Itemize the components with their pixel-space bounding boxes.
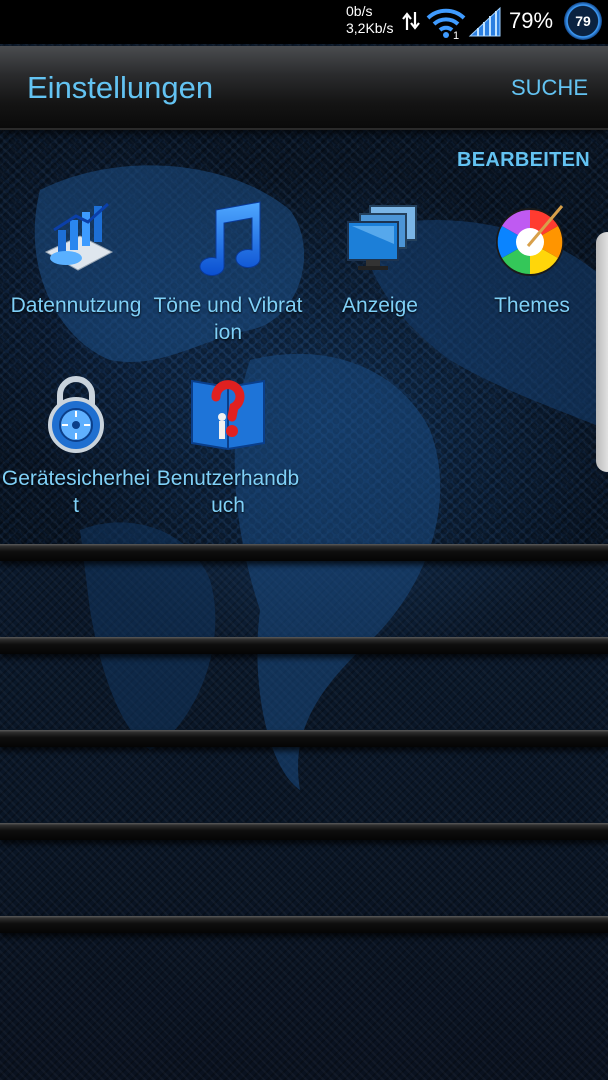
tile-label: Benutzerhandbuch (156, 467, 300, 517)
tile-themes[interactable]: Themes (456, 200, 608, 360)
tile-device-security[interactable]: Gerätesicherheit (0, 373, 152, 533)
tile-display[interactable]: Anzeige (304, 200, 456, 360)
help-book-icon (191, 379, 265, 451)
shelf-divider (0, 730, 608, 747)
shelf-divider (0, 823, 608, 840)
shelf-divider (0, 544, 608, 561)
tile-label: Anzeige (342, 294, 418, 317)
shelf-divider (0, 916, 608, 933)
tile-sounds-vibration[interactable]: Töne und Vibration (152, 200, 304, 360)
search-button[interactable]: SUCHE (511, 75, 588, 101)
padlock-icon (48, 376, 104, 453)
display-monitor-icon (347, 205, 417, 270)
tile-label: Töne und Vibration (153, 294, 303, 344)
tile-data-usage[interactable]: Datennutzung (0, 200, 152, 360)
tile-label: Gerätesicherheit (1, 467, 151, 517)
wifi-badge: 1 (453, 30, 459, 40)
edge-panel-handle[interactable] (596, 232, 608, 472)
signal-strength-icon (468, 6, 501, 37)
tile-user-manual[interactable]: Benutzerhandbuch (152, 373, 304, 533)
download-speed: 3,2Kb/s (346, 20, 394, 36)
app-bar: Einstellungen SUCHE (0, 46, 608, 130)
data-usage-chart-icon (44, 202, 114, 271)
network-speed: 0b/s 3,2Kb/s (346, 3, 393, 37)
shelf-divider (0, 637, 608, 654)
upload-speed: 0b/s (346, 3, 373, 19)
tile-label: Themes (494, 294, 570, 317)
music-note-icon (199, 201, 261, 276)
data-transfer-icon (402, 12, 420, 30)
battery-percent: 79% (509, 8, 554, 33)
color-wheel-icon (496, 205, 564, 276)
wifi-icon: 1 (426, 8, 466, 40)
page-title: Einstellungen (27, 70, 214, 105)
edit-button[interactable]: BEARBEITEN (457, 149, 590, 172)
battery-level-value: 79 (575, 13, 591, 29)
tile-label: Datennutzung (10, 294, 142, 317)
battery-level-icon: 79 (564, 2, 602, 40)
status-bar: 0b/s 3,2Kb/s 1 79% 79 (0, 0, 608, 44)
